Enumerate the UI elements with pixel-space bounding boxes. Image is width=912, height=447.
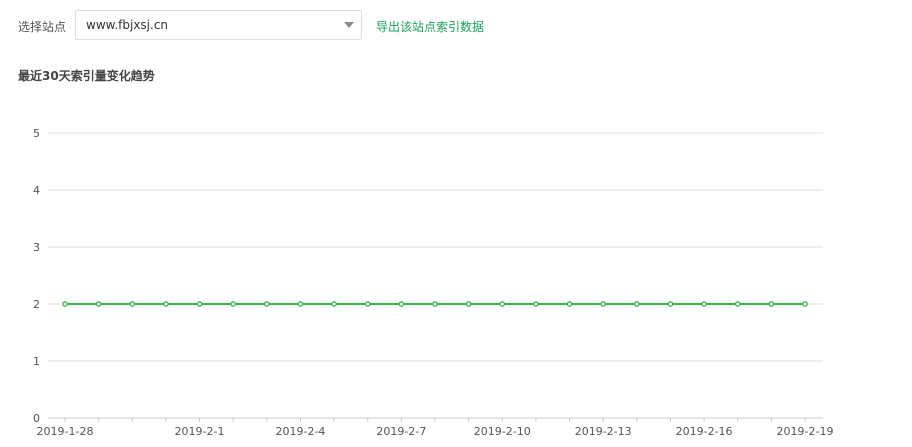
y-tick-label: 4 bbox=[33, 184, 40, 197]
data-point[interactable] bbox=[667, 301, 674, 307]
x-tick-label: 2019-2-16 bbox=[676, 425, 733, 438]
y-tick-label: 1 bbox=[33, 355, 40, 368]
chart-labels: 0 1 2 3 4 5 2019-1-28 2019-2-1 2019-2-4 2019-2-7 2… bbox=[33, 127, 833, 438]
y-tick-label: 3 bbox=[33, 241, 40, 254]
data-point[interactable] bbox=[432, 301, 438, 307]
data-point[interactable] bbox=[566, 301, 573, 307]
data-point[interactable] bbox=[633, 301, 640, 307]
x-tick-label: 2019-2-10 bbox=[474, 425, 531, 438]
data-point[interactable] bbox=[734, 301, 741, 307]
data-point[interactable] bbox=[768, 301, 775, 307]
index-trend-chart: 0 1 2 3 4 5 2019-1-28 2019-2-1 2019-2-4 2019-2-7 2… bbox=[33, 127, 833, 438]
y-tick-label: 5 bbox=[33, 127, 40, 140]
data-point[interactable] bbox=[398, 301, 405, 307]
x-tick-label: 2019-1-28 bbox=[37, 425, 94, 438]
chart-grid bbox=[48, 132, 823, 362]
data-point[interactable] bbox=[600, 301, 607, 307]
data-point[interactable] bbox=[701, 301, 707, 307]
data-point[interactable] bbox=[331, 301, 337, 307]
data-point[interactable] bbox=[95, 301, 102, 307]
x-tick-label: 2019-2-19 bbox=[777, 425, 834, 438]
chart-series bbox=[62, 301, 808, 307]
data-point[interactable] bbox=[297, 301, 304, 307]
data-point[interactable] bbox=[263, 301, 270, 307]
chart-axes bbox=[48, 417, 823, 422]
x-tick-label: 2019-2-4 bbox=[275, 425, 325, 438]
x-tick-label: 2019-2-1 bbox=[175, 425, 225, 438]
data-point[interactable] bbox=[62, 301, 68, 307]
data-point[interactable] bbox=[499, 301, 506, 307]
x-tick-label: 2019-2-13 bbox=[575, 425, 632, 438]
data-point[interactable] bbox=[163, 301, 169, 307]
y-tick-label: 0 bbox=[33, 412, 40, 425]
data-point[interactable] bbox=[533, 301, 539, 307]
data-point[interactable] bbox=[465, 301, 472, 307]
data-point[interactable] bbox=[802, 301, 808, 307]
data-point[interactable] bbox=[196, 301, 203, 307]
data-point[interactable] bbox=[129, 301, 136, 307]
data-point[interactable] bbox=[230, 301, 237, 307]
data-point[interactable] bbox=[364, 301, 371, 307]
y-tick-label: 2 bbox=[33, 298, 40, 311]
x-tick-label: 2019-2-7 bbox=[376, 425, 426, 438]
